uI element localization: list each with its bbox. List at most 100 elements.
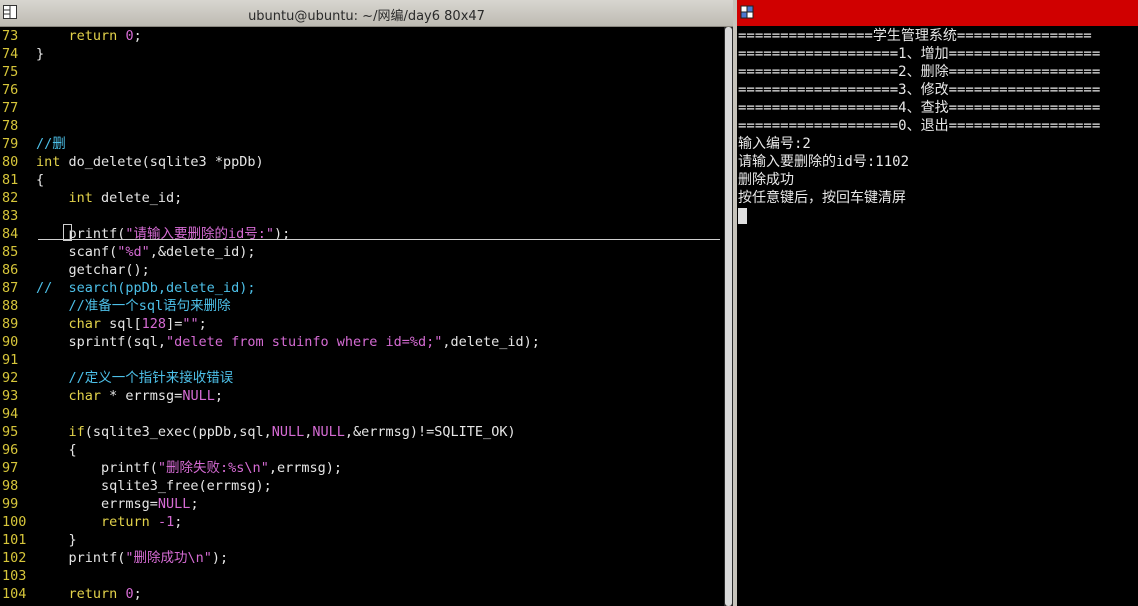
line-number: 81 xyxy=(2,172,19,188)
code-token: ,delete_id); xyxy=(442,334,540,350)
code-line: 90 sprintf(sql,"delete from stuinfo wher… xyxy=(0,333,540,351)
line-number: 93 xyxy=(2,388,19,404)
code-token: 128 xyxy=(141,316,167,332)
line-number: 91 xyxy=(2,352,19,368)
line-number: 75 xyxy=(2,64,19,80)
code-token: } xyxy=(36,532,77,548)
code-token: 0 xyxy=(125,28,134,44)
code-token: printf( xyxy=(36,550,126,566)
code-line: 101 } xyxy=(0,531,77,549)
vertical-scrollbar[interactable] xyxy=(724,27,733,606)
code-line: 77 xyxy=(0,99,36,117)
line-number: 84 xyxy=(2,226,19,242)
code-token: char xyxy=(68,316,102,332)
code-token: ); xyxy=(211,550,229,566)
text-cursor xyxy=(63,224,72,241)
line-number: 86 xyxy=(2,262,19,278)
code-token: sprintf(sql, xyxy=(36,334,167,350)
program-titlebar[interactable] xyxy=(737,0,1138,26)
code-token: return xyxy=(68,28,118,44)
console-line: 请输入要删除的id号:1102 xyxy=(738,154,910,170)
code-line: 98 sqlite3_free(errmsg); xyxy=(0,477,272,495)
line-number: 77 xyxy=(2,100,19,116)
code-token: do_delete(sqlite3 *ppDb) xyxy=(60,154,264,170)
code-token: sqlite3_free(errmsg); xyxy=(36,478,272,494)
code-line: 97 printf("删除失败:%s\n",errmsg); xyxy=(0,459,342,477)
code-line: 83 xyxy=(0,207,36,225)
code-line: 74} xyxy=(0,45,44,63)
console-line: 删除成功 xyxy=(738,172,794,188)
program-terminal-pane[interactable]: ================学生管理系统================ ==… xyxy=(737,0,1138,606)
code-token: (sqlite3_exec(ppDb,sql, xyxy=(84,424,272,440)
code-line: 87 // search(ppDb,delete_id); xyxy=(0,279,255,297)
code-token: delete_id; xyxy=(92,190,183,206)
code-line: 75 xyxy=(0,63,36,81)
app-window-icon xyxy=(740,5,754,19)
line-number: 76 xyxy=(2,82,19,98)
code-token: 0 xyxy=(125,586,134,602)
console-line: ===================1、增加=================… xyxy=(738,46,1101,62)
code-token: return xyxy=(101,514,150,530)
scrollbar-thumb[interactable] xyxy=(725,27,732,606)
code-token: } xyxy=(36,46,45,62)
code-line: 88 //准备一个sql语句来删除 xyxy=(0,297,231,315)
code-line: 89 char sql[128]=""; xyxy=(0,315,207,333)
code-editor[interactable]: 73 return 0; 74} 75 76 77 78 79//删 80 int do_del… xyxy=(0,27,724,606)
code-line: 80 int do_delete(sqlite3 *ppDb) xyxy=(0,153,264,171)
code-line: 78 xyxy=(0,117,36,135)
line-number: 102 xyxy=(2,550,27,566)
code-token: "%d" xyxy=(117,244,150,260)
line-number: 103 xyxy=(2,568,27,584)
code-token: ]= xyxy=(166,316,183,332)
code-token: ; xyxy=(190,496,199,512)
console-line: 输入编号:2 xyxy=(738,136,811,152)
code-token: ,&delete_id); xyxy=(149,244,256,260)
code-line: 76 xyxy=(0,81,36,99)
code-token: int xyxy=(36,154,61,170)
code-token: NULL xyxy=(271,424,305,440)
code-line: 104 return 0; xyxy=(0,585,142,603)
code-token: { xyxy=(36,172,45,188)
code-token: -1 xyxy=(157,514,175,530)
code-line: 96 { xyxy=(0,441,77,459)
code-token: //准备一个sql语句来删除 xyxy=(68,298,231,314)
code-token: ; xyxy=(198,316,207,332)
code-line: 93 char * errmsg=NULL; xyxy=(0,387,223,405)
line-number: 89 xyxy=(2,316,19,332)
line-number: 88 xyxy=(2,298,19,314)
code-token: "删除失败:%s\n" xyxy=(157,460,269,476)
terminal-titlebar[interactable]: ubuntu@ubuntu: ~/网编/day6 80x47 xyxy=(0,0,733,27)
line-number: 98 xyxy=(2,478,19,494)
code-token: "delete from stuinfo where id=%d;" xyxy=(166,334,443,350)
code-token: { xyxy=(36,442,77,458)
code-token: int xyxy=(68,190,93,206)
line-number: 74 xyxy=(2,46,19,62)
code-token: ; xyxy=(133,28,142,44)
code-token: "删除成功\n" xyxy=(125,550,212,566)
window-title: ubuntu@ubuntu: ~/网编/day6 80x47 xyxy=(248,9,485,24)
cursorline-underline xyxy=(38,239,720,240)
code-token: char xyxy=(68,388,102,404)
line-number: 80 xyxy=(2,154,19,170)
code-token: return xyxy=(68,586,118,602)
program-output: ================学生管理系统================ ==… xyxy=(738,27,1138,224)
code-line: 103 xyxy=(0,567,36,585)
line-number: 78 xyxy=(2,118,19,134)
code-line: 102 printf("删除成功\n"); xyxy=(0,549,228,567)
line-number: 79 xyxy=(2,136,19,152)
code-token: ,errmsg); xyxy=(268,460,342,476)
editor-terminal-pane[interactable]: ubuntu@ubuntu: ~/网编/day6 80x47 73 return… xyxy=(0,0,733,606)
line-number: 85 xyxy=(2,244,19,260)
line-number: 96 xyxy=(2,442,19,458)
code-line: 94 xyxy=(0,405,36,423)
line-number: 101 xyxy=(2,532,27,548)
code-token: NULL xyxy=(182,388,215,404)
code-line: 82 int delete_id; xyxy=(0,189,182,207)
line-number: 104 xyxy=(2,586,27,602)
